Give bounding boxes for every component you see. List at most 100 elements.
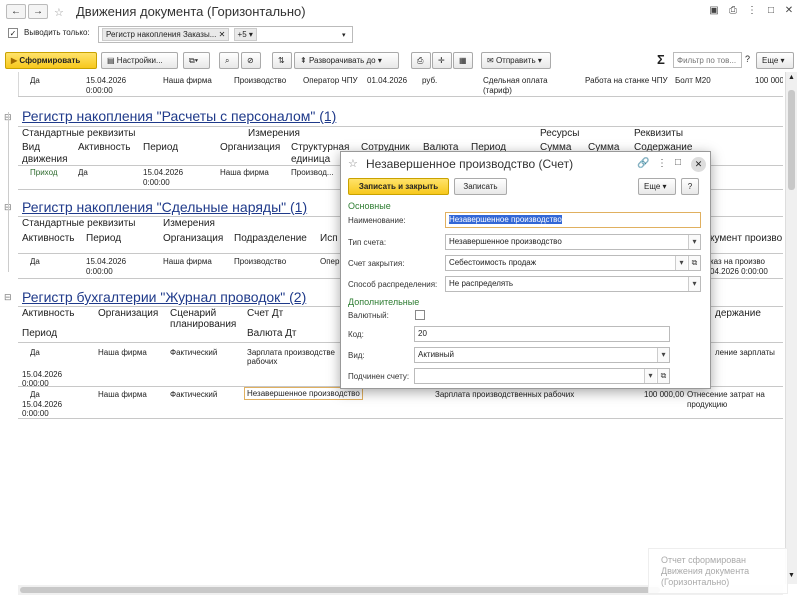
column-header: движения: [22, 154, 68, 165]
title-bar: ← → ☆ Движения документа (Горизонтально)…: [0, 0, 800, 22]
dropdown-icon[interactable]: ▾: [657, 348, 669, 362]
group-header: Стандартные реквизиты: [22, 218, 136, 229]
code-value: 20: [418, 329, 427, 338]
cell: Отнесение затрат на: [687, 390, 765, 399]
column-header: Исп: [320, 233, 338, 244]
name-field[interactable]: Незавершенное производство: [445, 212, 701, 228]
cell: Производство: [234, 76, 287, 85]
generate-label: Сформировать: [19, 56, 81, 65]
collapse-icon: ⇞: [300, 56, 307, 65]
scroll-up-icon[interactable]: ▲: [788, 74, 795, 81]
search-icon: ⌕: [225, 56, 230, 65]
cell: Да: [78, 168, 88, 177]
register-title[interactable]: Регистр бухгалтерии "Журнал проводок" (2…: [22, 289, 306, 305]
cell: 0:00:00: [143, 178, 170, 187]
register-title[interactable]: Регистр накопления "Сдельные наряды" (1): [22, 199, 307, 215]
dropdown-icon[interactable]: ▾: [644, 369, 656, 383]
register-title[interactable]: Регистр накопления "Расчеты с персоналом…: [22, 108, 336, 124]
variants-button[interactable]: ⧉▾: [183, 52, 210, 69]
open-icon[interactable]: ⧉: [657, 369, 669, 383]
filter-tag[interactable]: Регистр накопления Заказы... ✕: [102, 28, 230, 41]
more-vertical-icon[interactable]: ⋮: [745, 5, 759, 17]
code-label: Код:: [348, 330, 364, 339]
search-clear-button[interactable]: ⊘: [241, 52, 261, 69]
closing-account-field[interactable]: Себестоимость продаж ▾ ⧉: [445, 255, 701, 271]
account-type-field[interactable]: Незавершенное производство ▾: [445, 234, 701, 250]
cell: Приход: [30, 168, 58, 177]
maximize-icon[interactable]: □: [764, 5, 778, 17]
filter-more-tag[interactable]: +5 ▾: [233, 28, 257, 41]
expand-groups-button[interactable]: ⇅: [272, 52, 292, 69]
save-and-close-button[interactable]: Записать и закрыть: [348, 178, 449, 195]
cell: 0:00:00: [86, 267, 113, 276]
print-button[interactable]: ⎙: [411, 52, 431, 69]
cell: Наша фирма: [163, 257, 212, 266]
cell: Производ...: [291, 168, 334, 177]
maximize-icon[interactable]: □: [675, 157, 681, 168]
settings-button[interactable]: ▤ Настройки...: [101, 52, 178, 69]
preview-button[interactable]: ▦: [453, 52, 473, 69]
generate-button[interactable]: ▶ Сформировать: [5, 52, 97, 69]
expand-to-label: Разворачивать до: [308, 56, 376, 65]
dropdown-icon[interactable]: ▾: [688, 277, 700, 291]
forward-arrow-icon[interactable]: →: [28, 4, 48, 19]
search-button[interactable]: ⌕: [219, 52, 239, 69]
scroll-thumb[interactable]: [20, 587, 660, 593]
name-label: Наименование:: [348, 216, 406, 225]
help-button[interactable]: ?: [681, 178, 699, 195]
cell: Работа на станке ЧПУ: [585, 76, 668, 85]
sum-icon[interactable]: Σ: [657, 52, 665, 67]
scroll-thumb[interactable]: [788, 90, 795, 190]
save-icon[interactable]: ▣: [707, 5, 721, 17]
column-header: Период: [86, 233, 122, 244]
star-icon[interactable]: ☆: [348, 157, 358, 170]
cell: продукцию: [687, 400, 728, 409]
column-header: Вид: [22, 142, 41, 153]
more-button[interactable]: Еще ▾: [756, 52, 794, 69]
group-collapse-icon[interactable]: ⊟: [4, 292, 12, 303]
help-icon[interactable]: ?: [745, 54, 750, 64]
cell: Наша фирма: [98, 348, 147, 357]
expand-to-button[interactable]: ⇞ Разворачивать до ▾: [294, 52, 399, 69]
kind-value: Активный: [418, 350, 454, 359]
dialog-more-button[interactable]: Еще ▾: [638, 178, 676, 195]
column-header: Организация: [98, 308, 159, 319]
currency-checkbox[interactable]: [415, 310, 425, 320]
cell: Зарплата производстве: [247, 348, 335, 357]
filter-search-input[interactable]: [673, 52, 742, 68]
star-icon[interactable]: ☆: [54, 6, 64, 19]
filter-field[interactable]: Регистр накопления Заказы... ✕ +5 ▾: [98, 26, 353, 43]
tag-remove-icon[interactable]: ✕: [219, 30, 226, 39]
print-icon[interactable]: ⎙: [726, 5, 740, 17]
fix-button[interactable]: ✛: [432, 52, 452, 69]
scroll-down-icon[interactable]: ▼: [788, 572, 795, 579]
close-icon[interactable]: ✕: [691, 157, 706, 172]
cell: 100 000: [755, 76, 783, 85]
dropdown-icon[interactable]: ▾: [688, 235, 700, 249]
printer-icon: ⎙: [417, 56, 424, 65]
link-icon[interactable]: 🔗: [637, 158, 649, 169]
column-header: Период: [143, 142, 179, 153]
cell: Наша фирма: [163, 76, 212, 85]
closing-account-value: Себестоимость продаж: [449, 258, 537, 267]
column-header: Организация: [220, 142, 281, 153]
distribution-field[interactable]: Не распределять ▾: [445, 276, 701, 292]
section-additional: Дополнительные: [348, 297, 420, 307]
back-arrow-icon[interactable]: ←: [6, 4, 26, 19]
dropdown-icon[interactable]: ▾: [675, 256, 687, 270]
send-button[interactable]: ✉ Отправить ▾: [481, 52, 551, 69]
code-field[interactable]: 20: [414, 326, 670, 342]
cell: Да: [30, 348, 40, 357]
save-button[interactable]: Записать: [454, 178, 507, 195]
notification[interactable]: Отчет сформирован Движения документа (Го…: [648, 548, 788, 594]
close-icon[interactable]: ✕: [782, 5, 796, 17]
filter-dropdown-icon[interactable]: ▾: [342, 31, 346, 39]
kind-field[interactable]: Активный ▾: [414, 347, 670, 363]
filter-checkbox[interactable]: ✓: [8, 28, 18, 38]
parent-account-field[interactable]: ▾ ⧉: [414, 368, 670, 384]
more-vertical-icon[interactable]: ⋮: [657, 158, 667, 169]
cell: Наша фирма: [220, 168, 269, 177]
cell: 15.04.2026: [86, 76, 127, 85]
open-icon[interactable]: ⧉: [688, 256, 700, 270]
vertical-scrollbar[interactable]: ▲ ▼: [785, 72, 797, 584]
